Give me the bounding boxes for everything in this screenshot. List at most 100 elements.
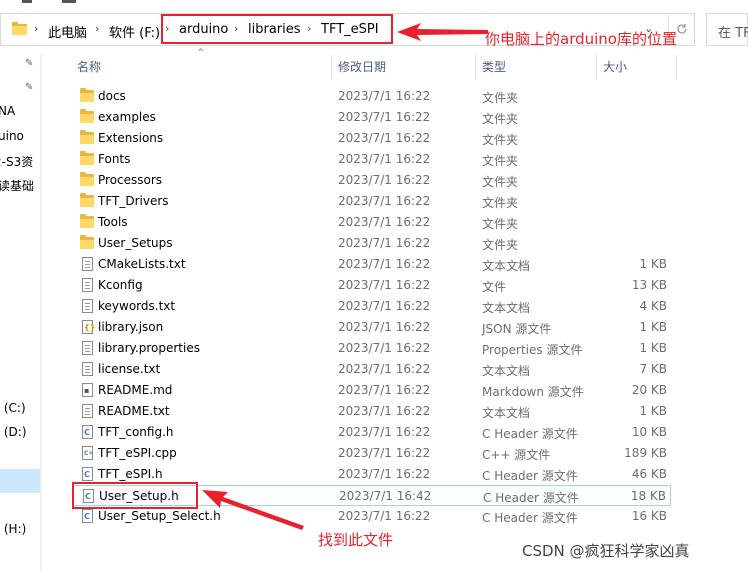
nav-item[interactable]: 2-S3资: [0, 153, 33, 170]
file-name: TFT_eSPI.cpp: [98, 446, 177, 460]
table-row[interactable]: keywords.txt 2023/7/1 16:22 文本文档 4 KB: [72, 296, 671, 317]
table-row[interactable]: license.txt 2023/7/1 16:22 文本文档 7 KB: [72, 359, 671, 380]
table-row[interactable]: docs 2023/7/1 16:22 文件夹: [72, 86, 671, 107]
table-row[interactable]: User_Setups 2023/7/1 16:22 文件夹: [72, 233, 671, 254]
c-header-file-icon: C: [82, 509, 93, 523]
column-header-size[interactable]: 大小: [603, 58, 627, 75]
table-row[interactable]: Processors 2023/7/1 16:22 文件夹: [72, 170, 671, 191]
file-date: 2023/7/1 16:22: [338, 236, 431, 250]
table-row[interactable]: ▪ README.md 2023/7/1 16:22 Markdown 源文件 20 K…: [72, 380, 671, 401]
table-row[interactable]: examples 2023/7/1 16:22 文件夹: [72, 107, 671, 128]
file-name: library.json: [98, 320, 164, 334]
file-name: docs: [98, 89, 126, 103]
folder-icon: [80, 88, 94, 102]
file-type: 文本文档: [482, 406, 531, 420]
watermark: CSDN @疯狂科学家凶真: [522, 542, 690, 560]
table-row[interactable]: C TFT_config.h 2023/7/1 16:22 C Header 源文件 1…: [72, 422, 671, 443]
file-size: 7 KB: [639, 362, 667, 376]
file-type: 文件夹: [482, 112, 519, 126]
file-type: C Header 源文件: [483, 491, 579, 505]
folder-icon: [80, 235, 94, 249]
file-date: 2023/7/1 16:22: [338, 257, 431, 271]
table-row[interactable]: README.txt 2023/7/1 16:22 文本文档 1 KB: [72, 401, 671, 422]
file-name: CMakeLists.txt: [98, 257, 186, 271]
file-size: 16 KB: [631, 509, 667, 523]
markdown-file-icon: ▪: [82, 383, 93, 397]
pin-icon: ✎: [25, 82, 34, 93]
file-name: README.md: [98, 383, 173, 397]
table-row[interactable]: Fonts 2023/7/1 16:22 文件夹: [72, 149, 671, 170]
column-divider[interactable]: [596, 54, 597, 80]
file-name: User_Setups: [98, 236, 173, 250]
red-arrow-icon: [397, 23, 488, 41]
file-type: C Header 源文件: [482, 427, 578, 441]
file-size: 46 KB: [631, 467, 667, 481]
file-date: 2023/7/1 16:22: [338, 173, 431, 187]
file-type: 文件夹: [482, 175, 519, 189]
c-header-file-icon: C: [82, 425, 93, 439]
file-date: 2023/7/1 16:22: [338, 131, 431, 145]
red-arrow-icon: [202, 490, 304, 530]
refresh-icon: [677, 24, 687, 34]
file-name: examples: [98, 110, 156, 124]
file-type: JSON 源文件: [482, 322, 552, 336]
table-row[interactable]: C+ TFT_eSPI.cpp 2023/7/1 16:22 C++ 源文件 189 K…: [72, 443, 671, 464]
nav-item[interactable]: : (C:): [0, 401, 26, 415]
file-date: 2023/7/1 16:22: [338, 509, 431, 523]
nav-item[interactable]: NA: [0, 104, 15, 118]
file-name: license.txt: [98, 362, 161, 376]
file-date: 2023/7/1 16:22: [338, 383, 431, 397]
column-header-date[interactable]: 修改日期: [338, 58, 386, 75]
file-type: C++ 源文件: [482, 448, 551, 462]
column-divider[interactable]: [676, 54, 677, 80]
file-type: 文本文档: [482, 259, 531, 273]
folder-icon: [80, 109, 94, 123]
column-header-name[interactable]: 名称: [77, 58, 101, 75]
nav-item[interactable]: 读基础: [0, 177, 34, 194]
column-divider[interactable]: [475, 54, 476, 80]
file-date: 2023/7/1 16:22: [338, 467, 431, 481]
file-size: 189 KB: [624, 446, 667, 460]
table-row[interactable]: Tools 2023/7/1 16:22 文件夹: [72, 212, 671, 233]
nav-selected-item[interactable]: [0, 469, 40, 493]
file-size: 4 KB: [639, 299, 667, 313]
column-divider[interactable]: [331, 54, 332, 80]
cpp-file-icon: C+: [82, 446, 93, 460]
file-size: 10 KB: [631, 425, 667, 439]
breadcrumb-item[interactable]: 软件 (F:): [109, 22, 160, 41]
table-row[interactable]: Kconfig 2023/7/1 16:22 文件 13 KB: [72, 275, 671, 296]
table-row[interactable]: Extensions 2023/7/1 16:22 文件夹: [72, 128, 671, 149]
file-date: 2023/7/1 16:22: [338, 194, 431, 208]
table-row[interactable]: TFT_Drivers 2023/7/1 16:22 文件夹: [72, 191, 671, 212]
chevron-right-icon: ›: [95, 22, 100, 35]
text-file-icon: [82, 362, 93, 376]
nav-item[interactable]: : (D:): [0, 425, 27, 439]
file-size: 1 KB: [639, 320, 667, 334]
table-row[interactable]: C User_Setup_Select.h 2023/7/1 16:22 C Head…: [72, 506, 671, 527]
file-name: keywords.txt: [98, 299, 176, 313]
search-input[interactable]: 在 TF: [706, 13, 748, 46]
navigation-scrollbar[interactable]: [40, 54, 42, 571]
folder-icon: [80, 130, 94, 144]
sort-ascending-icon: ^: [197, 48, 205, 58]
table-row[interactable]: CMakeLists.txt 2023/7/1 16:22 文本文档 1 KB: [72, 254, 671, 275]
nav-item[interactable]: uino: [0, 129, 24, 143]
file-highlight-box: [72, 482, 198, 509]
file-name: Fonts: [98, 152, 131, 166]
file-size: 18 KB: [630, 489, 666, 503]
file-type: C Header 源文件: [482, 511, 578, 525]
nav-item[interactable]: : (H:): [0, 522, 26, 536]
column-header-type[interactable]: 类型: [482, 58, 506, 75]
path-highlight-box: [161, 14, 393, 44]
file-size: 1 KB: [639, 341, 667, 355]
file-icon: [82, 278, 93, 292]
path-annotation: 你电脑上的arduino库的位置: [485, 30, 677, 48]
file-date: 2023/7/1 16:22: [338, 215, 431, 229]
pin-icon: ✎: [25, 58, 34, 69]
breadcrumb-item[interactable]: 此电脑: [48, 22, 87, 41]
file-type: 文本文档: [482, 301, 531, 315]
file-size: 20 KB: [631, 383, 667, 397]
table-row[interactable]: {} library.json 2023/7/1 16:22 JSON 源文件 1 KB: [72, 317, 671, 338]
table-row[interactable]: library.properties 2023/7/1 16:22 Properti…: [72, 338, 671, 359]
file-type: 文件夹: [482, 154, 519, 168]
